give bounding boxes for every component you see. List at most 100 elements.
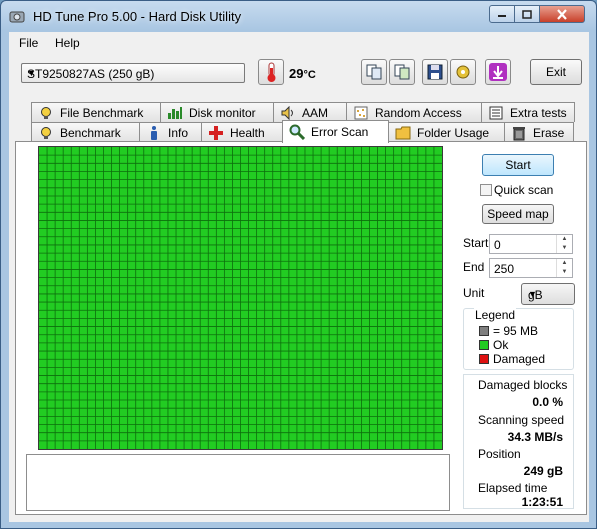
speaker-icon <box>280 105 296 121</box>
tab-benchmark[interactable]: Benchmark <box>31 122 140 142</box>
elapsed-time-label: Elapsed time <box>478 481 548 495</box>
health-icon <box>208 125 224 141</box>
benchmark-icon <box>38 125 54 141</box>
start-label: Start <box>463 236 489 250</box>
tab-disk-monitor[interactable]: Disk monitor <box>160 102 274 122</box>
legend-item-damaged: Damaged <box>479 352 545 366</box>
magnifier-icon <box>289 124 305 140</box>
tab-label: Erase <box>533 125 565 140</box>
stepper-arrows-icon[interactable]: ▲ ▼ <box>556 235 572 253</box>
disk-monitor-icon <box>167 105 183 121</box>
tab-erase[interactable]: Erase <box>504 122 574 142</box>
legend-swatch-damaged <box>479 354 489 364</box>
quick-scan-checkbox[interactable] <box>480 184 492 196</box>
start-input-value: 0 <box>494 238 501 252</box>
menu-help[interactable]: Help <box>55 36 80 50</box>
tab-info[interactable]: Info <box>139 122 202 142</box>
tab-extra-tests[interactable]: Extra tests <box>481 102 575 122</box>
tab-label: AAM <box>302 105 329 120</box>
legend-item-block-size: = 95 MB <box>479 324 538 338</box>
exit-button[interactable]: Exit <box>530 59 582 85</box>
legend-swatch-block <box>479 326 489 336</box>
scan-block-map <box>38 146 443 450</box>
close-button[interactable] <box>539 5 585 23</box>
unit-select[interactable]: gB ▼ <box>521 283 575 305</box>
start-scan-button[interactable]: Start <box>482 154 554 176</box>
damaged-blocks-label: Damaged blocks <box>478 378 568 392</box>
floppy-disk-icon <box>427 64 443 80</box>
thermometer-icon <box>258 59 284 85</box>
tab-label: Info <box>168 125 189 140</box>
maximize-button[interactable] <box>514 5 540 23</box>
scan-block-grid <box>39 147 442 449</box>
stepper-arrows-icon[interactable]: ▲ ▼ <box>556 259 572 277</box>
extra-tests-icon <box>488 105 504 121</box>
random-access-icon <box>353 105 369 121</box>
quick-scan-label: Quick scan <box>494 183 554 197</box>
legend-damaged-text: Damaged <box>493 352 546 366</box>
temperature-unit: °C <box>303 69 316 81</box>
copy-icon <box>366 64 382 80</box>
tab-label: Health <box>230 125 265 140</box>
legend-group: Legend = 95 MB Ok Damaged <box>463 308 574 370</box>
menu-file[interactable]: File <box>19 36 38 50</box>
scanning-speed-label: Scanning speed <box>478 413 565 427</box>
unit-label: Unit <box>463 286 485 300</box>
tab-label: Extra tests <box>510 105 567 120</box>
legend-ok-text: Ok <box>493 338 509 352</box>
legend-block-size-text: = 95 MB <box>493 324 539 338</box>
drive-select[interactable]: ST9250827AS (250 gB) ▼ <box>21 63 245 83</box>
scan-log <box>26 454 450 511</box>
menu-bar: File Help <box>9 32 589 54</box>
tab-label: Folder Usage <box>417 125 490 140</box>
tab-random-access[interactable]: Random Access <box>346 102 482 122</box>
download-arrow-icon <box>489 63 507 81</box>
download-button[interactable] <box>485 59 511 85</box>
temperature-value: 29 <box>289 66 304 81</box>
damaged-blocks-value: 0.0 % <box>532 395 563 409</box>
end-input[interactable]: 250 ▲ ▼ <box>489 258 573 278</box>
options-button[interactable] <box>450 59 476 85</box>
copy-info-button[interactable] <box>361 59 387 85</box>
error-scan-panel: Start Quick scan Speed map Start 0 ▲ ▼ En… <box>15 141 587 515</box>
position-label: Position <box>478 447 521 461</box>
tab-label: Random Access <box>375 105 462 120</box>
maximize-icon <box>522 9 532 19</box>
window-title: HD Tune Pro 5.00 - Hard Disk Utility <box>33 9 242 24</box>
end-label: End <box>463 260 485 274</box>
info-icon <box>146 125 162 141</box>
minimize-button[interactable] <box>489 5 515 23</box>
file-benchmark-icon <box>38 105 54 121</box>
toolbar: ST9250827AS (250 gB) ▼ 29°C Exit <box>9 54 589 96</box>
legend-item-ok: Ok <box>479 338 508 352</box>
tab-label: File Benchmark <box>60 105 144 120</box>
save-button[interactable] <box>422 59 448 85</box>
chevron-down-icon: ▼ <box>27 68 36 78</box>
copy-screenshot-icon <box>394 64 410 80</box>
close-icon <box>557 8 567 20</box>
scanning-speed-value: 34.3 MB/s <box>507 430 563 444</box>
tab-error-scan[interactable]: Error Scan <box>282 120 389 143</box>
chevron-down-icon: ▼ <box>528 289 537 299</box>
tab-folder-usage[interactable]: Folder Usage <box>388 122 505 142</box>
legend-title: Legend <box>474 308 517 322</box>
tab-aam[interactable]: AAM <box>273 102 347 122</box>
tab-label: Disk monitor <box>189 105 256 120</box>
tab-label: Benchmark <box>60 125 121 140</box>
tab-health[interactable]: Health <box>201 122 283 142</box>
scan-stats-panel: Damaged blocks 0.0 % Scanning speed 34.3… <box>463 374 574 509</box>
wrench-icon <box>456 65 470 79</box>
tab-file-benchmark[interactable]: File Benchmark <box>31 102 161 122</box>
elapsed-time-value: 1:23:51 <box>521 495 563 509</box>
temperature-readout: 29°C <box>289 66 316 81</box>
end-input-value: 250 <box>494 262 515 276</box>
app-window: HD Tune Pro 5.00 - Hard Disk Utility Fil… <box>0 0 597 529</box>
legend-swatch-ok <box>479 340 489 350</box>
folder-icon <box>395 125 411 141</box>
start-input[interactable]: 0 ▲ ▼ <box>489 234 573 254</box>
tab-label: Error Scan <box>311 125 369 139</box>
speed-map-button[interactable]: Speed map <box>482 204 554 224</box>
position-value: 249 gB <box>523 464 563 478</box>
copy-screenshot-button[interactable] <box>389 59 415 85</box>
title-bar[interactable]: HD Tune Pro 5.00 - Hard Disk Utility <box>1 1 596 33</box>
